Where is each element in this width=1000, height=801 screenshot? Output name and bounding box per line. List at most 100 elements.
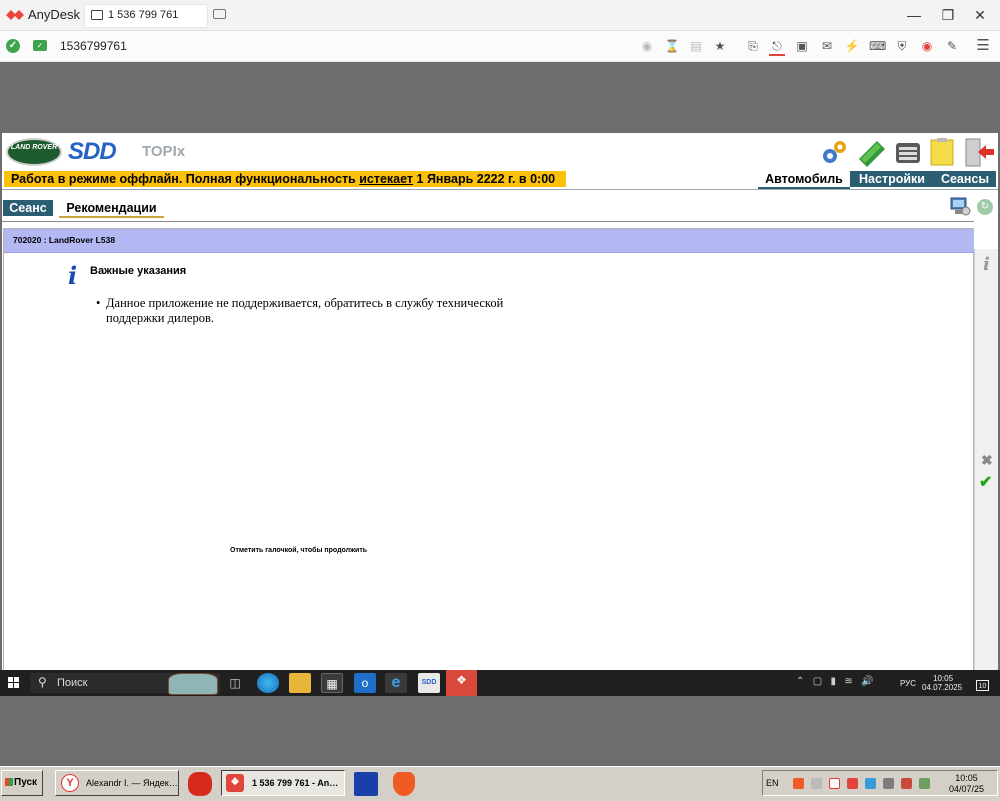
cross-icon[interactable]: ✖ <box>981 452 993 469</box>
recommendations-panel: 702020 : LandRover L538 i Важные указани… <box>3 228 974 670</box>
offline-text-suffix: 1 Январь 2222 г. в 0:00 <box>413 172 556 186</box>
new-session-icon[interactable] <box>213 9 226 19</box>
nav-sessions[interactable]: Сеансы <box>934 171 996 187</box>
display-tray-icon[interactable] <box>919 778 930 789</box>
session-tab[interactable]: 1 536 799 761 <box>84 4 208 28</box>
restore-button[interactable]: ❐ <box>938 6 958 24</box>
record-icon[interactable]: ◉ <box>919 38 935 54</box>
remote-date[interactable]: 04.07.2025 <box>922 683 962 692</box>
brave-tray-icon[interactable] <box>793 778 804 789</box>
remote-taskbar: ⚲ Поиск ◫ ▦ o e SDD ❖ ⌃ ▢ ▮ ≊ 🔊 РУС 10:0… <box>0 670 1000 696</box>
topix-label: TOPIx <box>142 143 186 160</box>
notice-text: Данное приложение не поддерживается, обр… <box>106 296 504 325</box>
volume-icon[interactable] <box>811 778 822 789</box>
local-language[interactable]: EN <box>766 778 779 788</box>
computer-icon[interactable] <box>949 195 971 217</box>
session-tab-label: 1 536 799 761 <box>108 9 179 21</box>
search-icon: ⚲ <box>38 675 47 689</box>
anydesk-tray-icon[interactable] <box>847 778 858 789</box>
info-icon: i <box>68 261 78 290</box>
menu-icon[interactable]: ☰ <box>975 38 991 54</box>
sdd-brand: SDD <box>68 138 117 165</box>
vehicle-header: 702020 : LandRover L538 <box>4 229 974 253</box>
remote-search-box[interactable]: ⚲ Поиск <box>30 673 220 695</box>
side-rail: i ✖ ✔ <box>974 249 998 670</box>
nav-settings[interactable]: Настройки <box>850 171 934 187</box>
anydesk-icon: ❖ <box>226 774 244 792</box>
notes-icon[interactable] <box>928 137 958 167</box>
divider <box>2 221 974 222</box>
back-icon[interactable]: ↻ <box>977 199 993 215</box>
brave-icon[interactable] <box>393 772 415 796</box>
remote-language[interactable]: РУС <box>900 679 916 688</box>
edge-icon[interactable] <box>257 673 279 693</box>
monitor-icon <box>91 10 103 20</box>
anydesk-address-bar: ✓ ✓ 1536799761 ◉ ⌛ ▤ ★ ⎘ ⎋ ▣ ✉ ⚡ ⌨ ⛨ ◉ ✎… <box>0 31 1000 62</box>
vehicle-header-text: 702020 : LandRover L538 <box>13 235 116 245</box>
start-label: Пуск <box>14 777 38 788</box>
land-rover-logo: LAND ROVER <box>6 138 62 166</box>
task-yandex-browser[interactable]: Y Alexandr I. — Яндек… <box>55 770 179 796</box>
start-button[interactable]: Пуск <box>1 770 43 796</box>
offline-banner: Работа в режиме оффлайн. Полная функцион… <box>4 171 566 187</box>
local-time: 10:05 <box>955 773 978 783</box>
security-tray-icon[interactable] <box>901 778 912 789</box>
remote-tray-icons[interactable]: ⌃ ▢ ▮ ≊ 🔊 <box>796 676 874 687</box>
remote-time[interactable]: 10:05 <box>933 674 953 683</box>
yandex-icon: Y <box>61 774 79 792</box>
internet-explorer-icon[interactable]: e <box>385 673 407 693</box>
sdd-window: LAND ROVER SDD TOPIx Работа в режиме офф… <box>2 133 998 670</box>
vehicle-interface-icon[interactable] <box>893 137 923 167</box>
local-taskbar: Пуск Y Alexandr I. — Яндек… ❖ 1 536 799 … <box>0 766 1000 801</box>
actions-icon[interactable]: ⚡ <box>844 38 860 54</box>
hourglass-icon[interactable]: ⌛ <box>664 38 680 54</box>
notice-item: • Данное приложение не поддерживается, о… <box>96 296 516 326</box>
bullet-icon: • <box>96 296 101 310</box>
network-icon[interactable] <box>865 778 876 789</box>
exit-icon[interactable] <box>964 137 994 167</box>
divider <box>2 189 998 190</box>
windows-start-icon[interactable] <box>8 677 20 689</box>
notification-badge[interactable]: 10 <box>976 680 989 691</box>
minimize-button[interactable]: — <box>904 6 924 24</box>
tab-session[interactable]: Сеанс <box>3 200 53 216</box>
address-input[interactable]: 1536799761 <box>60 39 127 53</box>
local-clock[interactable]: 10:05 04/07/25 <box>949 773 984 795</box>
paint-splash-icon[interactable] <box>188 772 212 796</box>
local-date: 04/07/25 <box>949 784 985 794</box>
settings-gears-icon[interactable] <box>819 137 849 167</box>
task-yandex-label: Alexandr I. — Яндек… <box>86 778 178 788</box>
keyboard-icon[interactable]: ⌨ <box>869 38 886 54</box>
yandex-tray-icon[interactable] <box>829 778 840 789</box>
star-icon[interactable]: ★ <box>712 38 728 54</box>
store-icon[interactable]: ▦ <box>321 673 343 693</box>
tab-recommendations[interactable]: Рекомендации <box>59 200 164 218</box>
offline-text-expires: истекает <box>359 172 414 186</box>
draw-icon[interactable]: ✎ <box>944 38 960 54</box>
search-highlight-image <box>168 673 218 695</box>
task-view-icon[interactable]: ◫ <box>224 673 246 693</box>
sdd-app-icon[interactable]: SDD <box>418 673 440 693</box>
vci-device-icon[interactable] <box>857 137 887 167</box>
search-placeholder: Поиск <box>57 677 88 689</box>
nav-vehicle[interactable]: Автомобиль <box>758 171 850 189</box>
windows-flag-icon <box>5 778 13 787</box>
device-icon[interactable] <box>883 778 894 789</box>
database-icon[interactable]: ▤ <box>688 38 704 54</box>
outlook-icon[interactable]: o <box>354 673 376 693</box>
floppy-save-icon[interactable] <box>354 772 378 796</box>
file-explorer-icon[interactable] <box>289 673 311 693</box>
chat-icon[interactable]: ✉ <box>819 38 835 54</box>
check-hint: Отметить галочкой, чтобы продолжить <box>230 547 368 554</box>
task-anydesk[interactable]: ❖ 1 536 799 761 - An… <box>221 770 345 796</box>
anydesk-task-icon[interactable]: ❖ <box>446 670 477 696</box>
side-info-icon[interactable]: i <box>983 254 990 275</box>
remote-monitor-icon[interactable]: ✓ <box>33 40 47 51</box>
display-icon[interactable]: ▣ <box>794 38 810 54</box>
remote-input-icon[interactable]: ⎋ <box>769 38 785 56</box>
shield-icon[interactable]: ⛨ <box>894 38 910 54</box>
close-button[interactable]: ✕ <box>970 6 990 24</box>
file-transfer-icon[interactable]: ⎘ <box>745 38 761 54</box>
privacy-icon[interactable]: ◉ <box>639 38 655 54</box>
checkmark-icon[interactable]: ✔ <box>979 472 992 492</box>
